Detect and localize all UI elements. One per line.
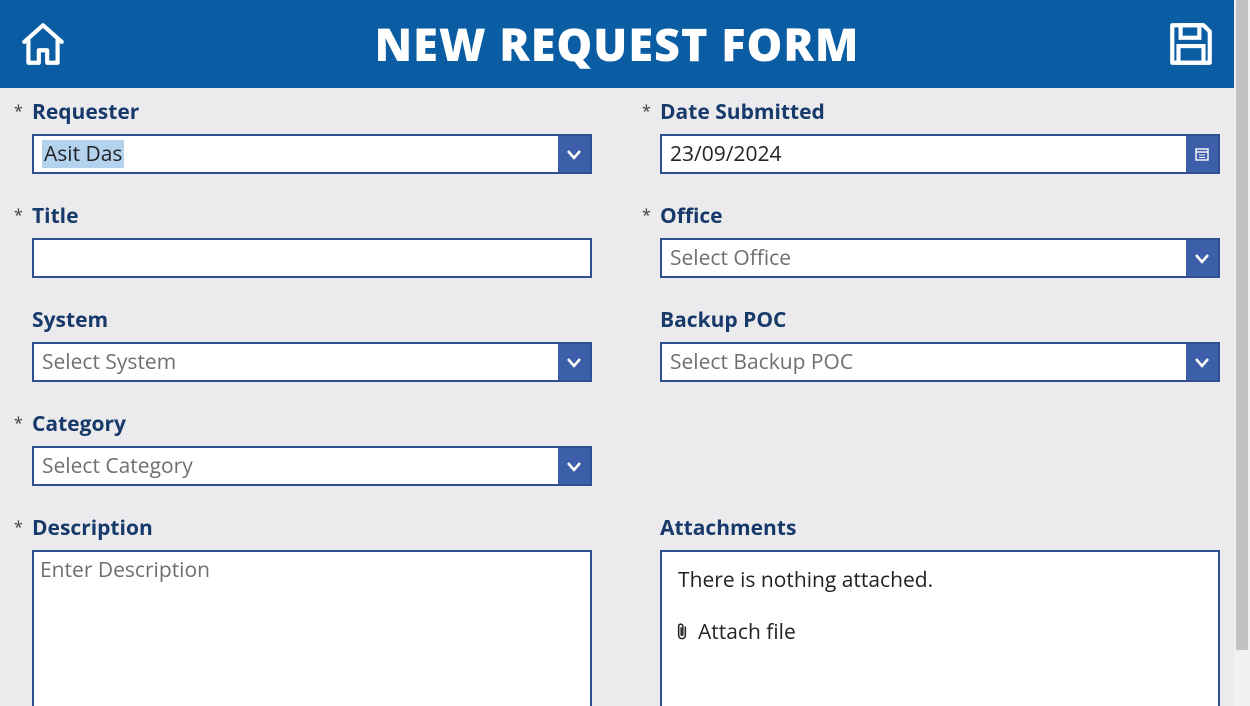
required-mark: * [14, 516, 23, 538]
backup-poc-placeholder: Select Backup POC [662, 344, 1186, 380]
system-select[interactable]: Select System [32, 342, 592, 382]
chevron-down-icon [1194, 354, 1210, 370]
category-select[interactable]: Select Category [32, 446, 592, 486]
office-dropdown-button[interactable] [1186, 240, 1218, 276]
attach-file-label: Attach file [698, 618, 796, 646]
office-select[interactable]: Select Office [660, 238, 1220, 278]
requester-value: Asit Das [34, 136, 558, 172]
save-button[interactable] [1162, 15, 1220, 73]
backup-poc-field: Backup POC Select Backup POC [642, 306, 1220, 382]
category-field: * Category Select Category [14, 410, 592, 486]
category-placeholder: Select Category [34, 448, 558, 484]
category-label: Category [32, 410, 592, 438]
backup-poc-select[interactable]: Select Backup POC [660, 342, 1220, 382]
office-placeholder: Select Office [662, 240, 1186, 276]
description-label: Description [32, 514, 592, 542]
required-mark: * [642, 100, 651, 122]
requester-field: * Requester Asit Das [14, 98, 592, 174]
category-dropdown-button[interactable] [558, 448, 590, 484]
paperclip-icon [672, 620, 692, 644]
date-picker-button[interactable] [1186, 136, 1218, 172]
save-icon [1166, 19, 1216, 69]
attachments-field: Attachments There is nothing attached. A… [642, 514, 1220, 706]
office-label: Office [660, 202, 1220, 230]
required-mark: * [14, 204, 23, 226]
system-placeholder: Select System [34, 344, 558, 380]
page-title: NEW REQUEST FORM [72, 14, 1162, 75]
description-textarea[interactable]: Enter Description [32, 550, 592, 706]
date-submitted-value: 23/09/2024 [662, 136, 1186, 172]
calendar-icon [1194, 146, 1210, 162]
requester-dropdown-button[interactable] [558, 136, 590, 172]
attachments-empty-text: There is nothing attached. [678, 566, 1202, 594]
title-label: Title [32, 202, 592, 230]
chevron-down-icon [1194, 250, 1210, 266]
system-dropdown-button[interactable] [558, 344, 590, 380]
attachments-label: Attachments [660, 514, 1220, 542]
required-mark: * [642, 204, 651, 226]
requester-select[interactable]: Asit Das [32, 134, 592, 174]
attach-file-button[interactable]: Attach file [672, 618, 1202, 646]
office-field: * Office Select Office [642, 202, 1220, 278]
description-placeholder: Enter Description [40, 556, 210, 584]
scrollbar[interactable] [1234, 0, 1250, 706]
title-field: * Title [14, 202, 592, 278]
date-submitted-input[interactable]: 23/09/2024 [660, 134, 1220, 174]
page: NEW REQUEST FORM * Requester [0, 0, 1234, 706]
chevron-down-icon [566, 146, 582, 162]
title-input[interactable] [32, 238, 592, 278]
date-submitted-label: Date Submitted [660, 98, 1220, 126]
chevron-down-icon [566, 354, 582, 370]
backup-poc-label: Backup POC [660, 306, 1220, 334]
chevron-down-icon [566, 458, 582, 474]
header-bar: NEW REQUEST FORM [0, 0, 1234, 88]
requester-label: Requester [32, 98, 592, 126]
system-field: System Select System [14, 306, 592, 382]
description-field: * Description Enter Description [14, 514, 592, 706]
required-mark: * [14, 100, 23, 122]
title-input-native[interactable] [34, 240, 590, 276]
required-mark: * [14, 412, 23, 434]
backup-poc-dropdown-button[interactable] [1186, 344, 1218, 380]
home-button[interactable] [14, 15, 72, 73]
home-icon [18, 19, 68, 69]
attachments-box: There is nothing attached. Attach file [660, 550, 1220, 706]
form-body: * Requester Asit Das [0, 88, 1234, 706]
scrollbar-thumb[interactable] [1236, 0, 1248, 650]
system-label: System [32, 306, 592, 334]
date-submitted-field: * Date Submitted 23/09/2024 [642, 98, 1220, 174]
